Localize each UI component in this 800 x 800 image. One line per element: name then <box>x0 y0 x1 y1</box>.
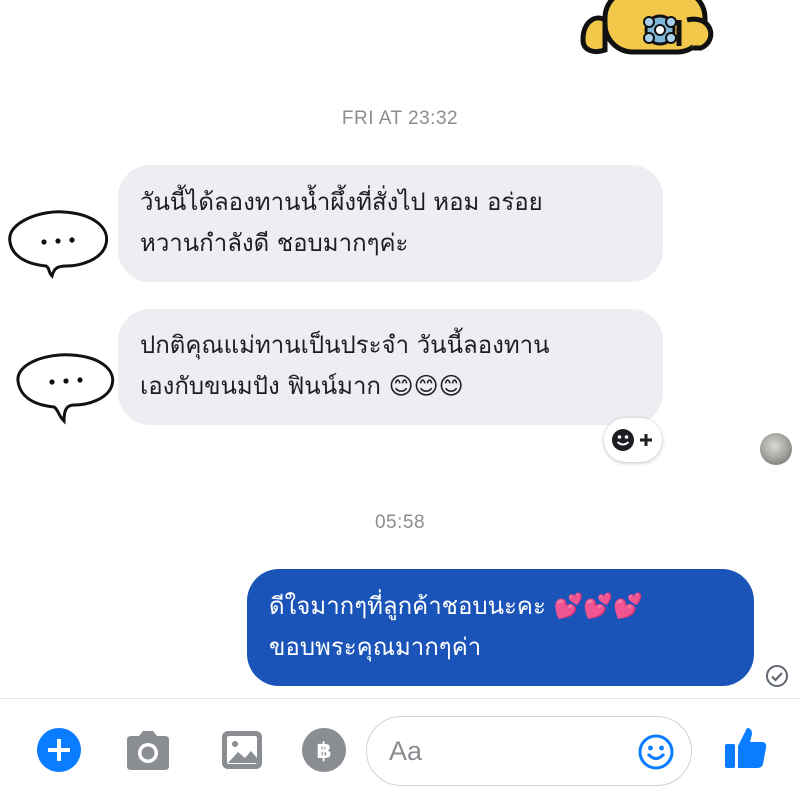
thumbs-up-icon[interactable] <box>722 724 770 772</box>
baht-icon[interactable]: ฿ <box>300 726 348 774</box>
avatar[interactable] <box>760 433 792 465</box>
speech-bubble-doodle-icon <box>8 210 109 279</box>
message-text-line: ดีใจมากๆที่ลูกค้าชอบนะคะ 💕💕💕 <box>269 592 644 620</box>
svg-text:฿: ฿ <box>316 739 331 764</box>
emoji-icon[interactable] <box>637 733 675 771</box>
outgoing-message: ดีใจมากๆที่ลูกค้าชอบนะคะ 💕💕💕 ขอบพระคุณมา… <box>247 569 754 686</box>
speech-bubble-doodle-icon <box>16 353 115 425</box>
incoming-message: วันนี้ได้ลองทานน้ำผึ้งที่สั่งไป หอม อร่อ… <box>118 165 663 282</box>
timestamp: FRI AT 23:32 <box>341 108 459 129</box>
message-input[interactable] <box>389 731 629 771</box>
add-reaction-icon <box>612 429 652 451</box>
delivered-check-icon <box>766 665 788 687</box>
image-icon[interactable] <box>220 728 264 772</box>
message-text-line: วันนี้ได้ลองทานน้ำผึ้งที่สั่งไป หอม อร่อ… <box>140 188 543 216</box>
message-text-line: เองกับขนมปัง ฟินน์มาก 😊😊😊 <box>140 372 464 400</box>
camera-icon[interactable] <box>123 728 173 772</box>
plus-icon[interactable] <box>36 727 82 773</box>
timestamp: 05:58 <box>374 512 426 533</box>
message-text-line: ปกติคุณแม่ทานเป็นประจำ วันนี้ลองทาน <box>140 331 550 359</box>
add-reaction-button[interactable] <box>604 418 662 462</box>
message-text-line: ขอบพระคุณมากๆค่า <box>269 633 482 661</box>
sticker-image <box>580 0 714 55</box>
message-text-line: หวานกำลังดี ชอบมากๆค่ะ <box>140 229 409 257</box>
incoming-message: ปกติคุณแม่ทานเป็นประจำ วันนี้ลองทาน เองก… <box>118 309 663 425</box>
message-input-box <box>366 716 692 786</box>
